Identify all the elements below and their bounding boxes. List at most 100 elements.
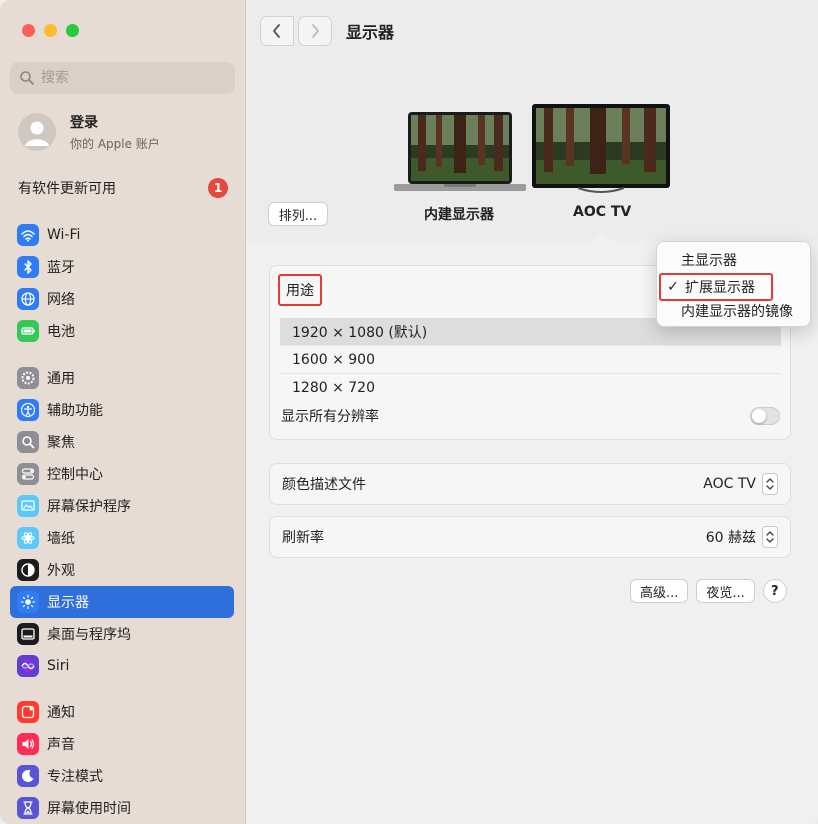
sidebar-item-label: 控制中心	[47, 467, 103, 483]
sidebar-item[interactable]: 墙纸	[10, 522, 234, 554]
external-display-thumbnail[interactable]	[532, 104, 670, 198]
dock-icon	[17, 623, 39, 645]
refresh-rate-popup[interactable]: 60 赫兹	[706, 526, 778, 548]
sidebar-item-label: Siri	[47, 658, 70, 674]
resolution-option[interactable]: 1280 × 720	[280, 374, 781, 401]
sidebar-item[interactable]: 通用	[10, 362, 234, 394]
menu-item-label: 扩展显示器	[685, 280, 755, 296]
back-button[interactable]	[260, 16, 294, 46]
search-field[interactable]	[10, 62, 235, 94]
external-display-label: AOC TV	[573, 204, 632, 220]
sidebar-item[interactable]: 屏幕保护程序	[10, 490, 234, 522]
night-shift-button[interactable]: 夜览...	[696, 579, 755, 603]
sidebar-item[interactable]: 电池	[10, 315, 234, 347]
chevron-left-icon	[273, 24, 280, 38]
refresh-rate-card: 刷新率 60 赫兹	[269, 516, 791, 558]
menu-item-label: 内建显示器的镜像	[681, 304, 793, 320]
software-update-item[interactable]: 有软件更新可用 1	[18, 178, 228, 198]
toggle-knob	[752, 409, 766, 423]
sidebar-item[interactable]: Wi-Fi	[10, 219, 234, 251]
sidebar-item-label: 显示器	[47, 595, 89, 611]
menu-item-main-display[interactable]: 主显示器	[657, 248, 810, 272]
selected-display-pointer	[592, 232, 610, 241]
sidebar-item[interactable]: 通知	[10, 696, 234, 728]
sidebar-item-label: 辅助功能	[47, 403, 103, 419]
sidebar-item[interactable]: 控制中心	[10, 458, 234, 490]
account-title: 登录	[70, 115, 98, 131]
refresh-rate-value: 60 赫兹	[705, 530, 756, 546]
focus-moon-icon	[17, 765, 39, 787]
screensaver-icon	[17, 495, 39, 517]
sidebar-item-label: 墙纸	[47, 531, 75, 547]
sidebar-item-label: Wi-Fi	[47, 227, 81, 243]
toolbar: 显示器	[260, 16, 394, 46]
person-icon	[18, 113, 56, 151]
avatar	[18, 113, 56, 151]
popup-stepper	[762, 526, 778, 548]
sidebar-item-label: 屏幕保护程序	[47, 499, 131, 515]
sidebar-item[interactable]: 聚焦	[10, 426, 234, 458]
sidebar-item-label: 声音	[47, 737, 75, 753]
spotlight-search-icon	[17, 431, 39, 453]
menu-item-mirror-builtin[interactable]: 内建显示器的镜像	[657, 299, 810, 323]
sidebar-item[interactable]: 外观	[10, 554, 234, 586]
advanced-button[interactable]: 高级...	[630, 579, 689, 603]
sidebar-item[interactable]: 桌面与程序坞	[10, 618, 234, 650]
menu-item-extended-display[interactable]: ✓ 扩展显示器	[659, 273, 773, 301]
control-center-icon	[17, 463, 39, 485]
color-profile-popup[interactable]: AOC TV	[703, 473, 778, 495]
chevron-right-icon	[312, 24, 319, 38]
resolution-label: 1600 × 900	[292, 351, 375, 368]
sidebar-item[interactable]: 网络	[10, 283, 234, 315]
sidebar-group-system: 通用辅助功能聚焦控制中心屏幕保护程序 墙纸外观显示器桌面与程序坞 Siri	[10, 362, 234, 682]
updown-chevron-icon	[766, 531, 774, 543]
sidebar: 登录 你的 Apple 账户 有软件更新可用 1 Wi-Fi 蓝牙网络电池 通用辅…	[0, 0, 246, 824]
sidebar-item[interactable]: Siri	[10, 650, 234, 682]
monitor-forest-image	[532, 104, 670, 193]
update-count-badge: 1	[208, 178, 228, 198]
zoom-window-button[interactable]	[66, 24, 79, 37]
sidebar-item[interactable]: 声音	[10, 728, 234, 760]
close-window-button[interactable]	[22, 24, 35, 37]
sound-icon	[17, 733, 39, 755]
minimize-window-button[interactable]	[44, 24, 57, 37]
siri-icon	[17, 655, 39, 677]
sidebar-item-label: 网络	[47, 292, 75, 308]
sidebar-item-label: 通知	[47, 705, 75, 721]
resolution-label: 1920 × 1080 (默认)	[292, 324, 428, 341]
notification-icon	[17, 701, 39, 723]
search-input[interactable]	[41, 70, 221, 86]
builtin-display-label: 内建显示器	[424, 207, 494, 223]
show-all-resolutions-toggle[interactable]	[750, 407, 780, 425]
account-subtitle: 你的 Apple 账户	[70, 137, 160, 151]
laptop-forest-image	[394, 112, 526, 191]
popup-stepper	[762, 473, 778, 495]
sidebar-item[interactable]: 专注模式	[10, 760, 234, 792]
sidebar-item[interactable]: 屏幕使用时间	[10, 792, 234, 824]
forward-button[interactable]	[298, 16, 332, 46]
sidebar-item[interactable]: 显示器	[10, 586, 234, 618]
sidebar-item[interactable]: 蓝牙	[10, 251, 234, 283]
arrange-button[interactable]: 排列...	[268, 202, 328, 226]
window-controls	[22, 24, 79, 37]
builtin-display-thumbnail[interactable]	[394, 110, 526, 200]
bluetooth-icon	[17, 256, 39, 278]
wifi-icon	[17, 224, 39, 246]
sidebar-item-label: 蓝牙	[47, 260, 75, 276]
display-arrangement-area: 排列... 内建显示器 AOC TV	[246, 58, 818, 242]
resolution-option[interactable]: 1600 × 900	[280, 346, 781, 374]
sidebar-item-label: 通用	[47, 371, 75, 387]
display-settings: 用途 1920 × 1080 (默认) 1600 × 900 1280 × 72…	[246, 232, 818, 824]
help-button[interactable]: ?	[762, 579, 787, 603]
usage-dropdown-menu: 主显示器 ✓ 扩展显示器 内建显示器的镜像	[656, 241, 811, 327]
sidebar-group-notifications: 通知声音专注模式 屏幕使用时间	[10, 696, 234, 824]
main-pane: 显示器 排列... 内建显示器 AOC TV 用途 1920 × 1080 (默…	[246, 0, 818, 824]
battery-icon	[17, 320, 39, 342]
color-profile-card: 颜色描述文件 AOC TV	[269, 463, 791, 505]
sidebar-item[interactable]: 辅助功能	[10, 394, 234, 426]
show-all-resolutions-label: 显示所有分辨率	[281, 409, 379, 425]
updown-chevron-icon	[766, 478, 774, 490]
sidebar-group-network: Wi-Fi 蓝牙网络电池	[10, 219, 234, 347]
gear-icon	[17, 367, 39, 389]
apple-account[interactable]: 登录 你的 Apple 账户	[18, 112, 160, 152]
